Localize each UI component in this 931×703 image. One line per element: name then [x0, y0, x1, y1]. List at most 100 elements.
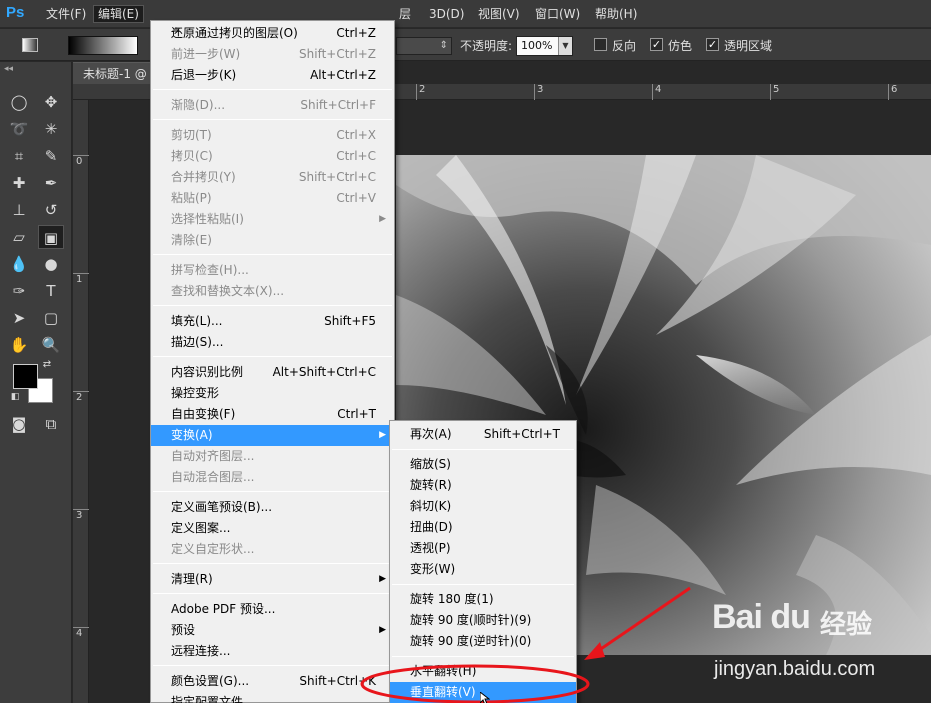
crop-icon[interactable]: ⌗ — [6, 144, 32, 168]
magic-wand-icon[interactable]: ✳ — [38, 117, 64, 141]
chevron-down-icon[interactable]: ▼ — [558, 37, 572, 55]
dither-checkbox[interactable]: ✓ — [650, 38, 663, 51]
move-tool-icon[interactable]: ✥ — [38, 90, 64, 114]
menu-item-pdf-presets[interactable]: Adobe PDF 预设... — [151, 599, 394, 620]
menu-layer-tail[interactable]: 层 — [395, 5, 415, 23]
menu-3d[interactable]: 3D(D) — [425, 5, 468, 23]
menu-item-spell-check[interactable]: 拼写检查(H)... — [151, 260, 394, 281]
hand-icon[interactable]: ✋ — [6, 333, 32, 357]
transparency-checkbox[interactable]: ✓ — [706, 38, 719, 51]
menu-item-label: 旋转 90 度(逆时针)(0) — [410, 634, 532, 648]
menu-item-shortcut: Shift+Ctrl+T — [483, 427, 560, 441]
screen-mode-icon[interactable]: ⧉ — [38, 412, 64, 436]
menu-item-label: 内容识别比例 — [171, 365, 244, 379]
menu-item-auto-align[interactable]: 自动对齐图层... — [151, 446, 394, 467]
foreground-color-swatch[interactable] — [13, 364, 38, 389]
menu-item-content-aware-scale[interactable]: 内容识别比例 Alt+Shift+Ctrl+C — [151, 362, 394, 383]
menu-item-step-backward[interactable]: 后退一步(K) Alt+Ctrl+Z — [151, 65, 394, 86]
menu-item-copy-merged[interactable]: 合并拷贝(Y) Shift+Ctrl+C — [151, 167, 394, 188]
menu-item-find-replace[interactable]: 查找和替换文本(X)... — [151, 281, 394, 302]
menu-item-assign-profile[interactable]: 指定配置文件... — [151, 692, 394, 703]
menu-edit[interactable]: 编辑(E) — [93, 5, 144, 23]
watermark-logo: Bai du — [712, 598, 811, 636]
submenu-item-rotate-180[interactable]: 旋转 180 度(1) — [390, 589, 576, 610]
submenu-item-rotate-90-ccw[interactable]: 旋转 90 度(逆时针)(0) — [390, 631, 576, 652]
menu-item-clear[interactable]: 清除(E) — [151, 230, 394, 251]
clone-stamp-icon[interactable]: ⊥ — [6, 198, 32, 222]
menu-item-label: 剪切(T) — [171, 128, 212, 142]
menu-item-color-settings[interactable]: 颜色设置(G)... Shift+Ctrl+K — [151, 671, 394, 692]
menu-item-define-brush[interactable]: 定义画笔预设(B)... — [151, 497, 394, 518]
menu-item-fade[interactable]: 渐隐(D)... Shift+Ctrl+F — [151, 95, 394, 116]
menu-item-puppet-warp[interactable]: 操控变形 — [151, 383, 394, 404]
menu-item-remote-connections[interactable]: 远程连接... — [151, 641, 394, 662]
menu-separator — [392, 449, 574, 450]
pen-icon[interactable]: ✑ — [6, 279, 32, 303]
healing-brush-icon[interactable]: ✚ — [6, 171, 32, 195]
menu-item-undo[interactable]: 还原通过拷贝的图层(O) Ctrl+Z — [151, 23, 394, 44]
dither-label: 仿色 — [668, 39, 693, 53]
rectangle-tool-icon[interactable]: ▢ — [38, 306, 64, 330]
menu-item-paste[interactable]: 粘贴(P) Ctrl+V — [151, 188, 394, 209]
eraser-icon[interactable]: ▱ — [6, 225, 32, 249]
menu-item-label: 扭曲(D) — [410, 520, 453, 534]
collapse-icon[interactable]: ◂◂ — [4, 64, 13, 74]
menu-item-transform[interactable]: 变换(A) ▶ — [151, 425, 394, 446]
baidu-jingyan-watermark: Bai du 经验 jingyan.baidu.com — [712, 598, 922, 688]
menu-file[interactable]: 文件(F) — [42, 5, 90, 23]
menu-item-define-shape[interactable]: 定义自定形状... — [151, 539, 394, 560]
gradient-picker[interactable] — [68, 36, 138, 55]
menu-item-fill[interactable]: 填充(L)... Shift+F5 — [151, 311, 394, 332]
zoom-icon[interactable]: 🔍 — [38, 333, 64, 357]
history-brush-icon[interactable]: ↺ — [38, 198, 64, 222]
menu-item-label: 缩放(S) — [410, 457, 451, 471]
eyedropper-icon[interactable]: ✎ — [38, 144, 64, 168]
type-tool-icon[interactable]: T — [38, 279, 64, 303]
submenu-item-skew[interactable]: 斜切(K) — [390, 496, 576, 517]
menu-item-cut[interactable]: 剪切(T) Ctrl+X — [151, 125, 394, 146]
submenu-item-rotate[interactable]: 旋转(R) — [390, 475, 576, 496]
mouse-cursor-icon — [480, 692, 490, 703]
menu-item-label: 渐隐(D)... — [171, 98, 226, 112]
default-colors-icon[interactable]: ◧ — [8, 390, 22, 404]
menu-separator — [153, 593, 392, 594]
menu-item-auto-blend[interactable]: 自动混合图层... — [151, 467, 394, 488]
menu-item-copy[interactable]: 拷贝(C) Ctrl+C — [151, 146, 394, 167]
blend-mode-select[interactable]: ⇕ — [396, 37, 452, 55]
menu-item-purge[interactable]: 清理(R) ▶ — [151, 569, 394, 590]
elliptical-marquee-icon[interactable]: ◯ — [6, 90, 32, 114]
menu-item-presets[interactable]: 预设 ▶ — [151, 620, 394, 641]
edit-menu: 还原通过拷贝的图层(O) Ctrl+Z 前进一步(W) Shift+Ctrl+Z 后… — [150, 20, 395, 703]
document-tab[interactable]: 未标题-1 @ — [73, 62, 153, 84]
menu-item-label: 水平翻转(H) — [410, 664, 477, 678]
menu-item-step-forward[interactable]: 前进一步(W) Shift+Ctrl+Z — [151, 44, 394, 65]
menu-item-paste-special[interactable]: 选择性粘贴(I) ▶ — [151, 209, 394, 230]
menu-item-label: 粘贴(P) — [171, 191, 212, 205]
swap-colors-icon[interactable]: ⇄ — [40, 358, 54, 372]
path-selection-icon[interactable]: ➤ — [6, 306, 32, 330]
submenu-item-scale[interactable]: 缩放(S) — [390, 454, 576, 475]
reverse-checkbox[interactable] — [594, 38, 607, 51]
menu-item-label: 远程连接... — [171, 644, 231, 658]
submenu-item-again[interactable]: 再次(A) Shift+Ctrl+T — [390, 424, 576, 445]
tool-preset-icon[interactable] — [22, 38, 38, 52]
menu-item-define-pattern[interactable]: 定义图案... — [151, 518, 394, 539]
quick-mask-icon[interactable]: ◙ — [6, 412, 32, 436]
opacity-input[interactable]: 100% ▼ — [516, 36, 573, 56]
menu-help[interactable]: 帮助(H) — [591, 5, 641, 23]
menu-item-label: 斜切(K) — [410, 499, 452, 513]
submenu-item-distort[interactable]: 扭曲(D) — [390, 517, 576, 538]
menu-window[interactable]: 窗口(W) — [531, 5, 584, 23]
submenu-item-flip-horizontal[interactable]: 水平翻转(H) — [390, 661, 576, 682]
menu-view[interactable]: 视图(V) — [474, 5, 524, 23]
menu-item-stroke[interactable]: 描边(S)... — [151, 332, 394, 353]
submenu-item-rotate-90-cw[interactable]: 旋转 90 度(顺时针)(9) — [390, 610, 576, 631]
brush-icon[interactable]: ✒ — [38, 171, 64, 195]
dodge-icon[interactable]: ● — [38, 252, 64, 276]
gradient-tool-icon[interactable]: ▣ — [38, 225, 64, 249]
menu-item-free-transform[interactable]: 自由变换(F) Ctrl+T — [151, 404, 394, 425]
blur-icon[interactable]: 💧 — [6, 252, 32, 276]
submenu-item-warp[interactable]: 变形(W) — [390, 559, 576, 580]
submenu-item-perspective[interactable]: 透视(P) — [390, 538, 576, 559]
lasso-icon[interactable]: ➰ — [6, 117, 32, 141]
